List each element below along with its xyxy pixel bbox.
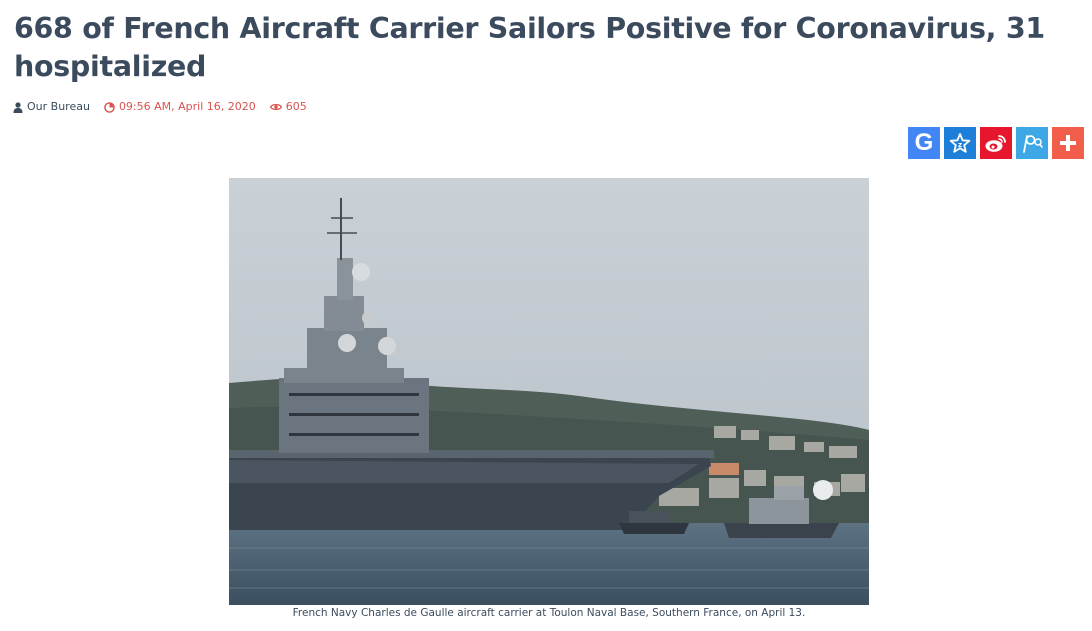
author-meta[interactable]: Our Bureau — [13, 100, 90, 114]
aircraft-carrier-photo — [229, 178, 869, 605]
datetime-meta: 09:56 AM, April 16, 2020 — [104, 100, 256, 114]
more-share-button[interactable] — [1052, 127, 1084, 159]
article-image — [229, 178, 869, 605]
weibo-share-button[interactable] — [980, 127, 1012, 159]
share-bar: G z — [908, 127, 1084, 159]
view-count: 605 — [285, 100, 307, 113]
pocket-share-button[interactable] — [1016, 127, 1048, 159]
eye-icon — [269, 104, 282, 110]
article-title: 668 of French Aircraft Carrier Sailors P… — [14, 12, 1045, 83]
pocket-icon — [1023, 135, 1043, 153]
plus-icon — [1060, 135, 1076, 151]
favorite-share-button[interactable]: z — [944, 127, 976, 159]
user-icon — [13, 101, 23, 113]
svg-text:z: z — [958, 141, 962, 149]
google-share-button[interactable]: G — [908, 127, 940, 159]
weibo-icon — [985, 135, 1006, 152]
image-caption: French Navy Charles de Gaulle aircraft c… — [292, 607, 806, 619]
google-icon: G — [914, 129, 934, 156]
clock-icon — [104, 101, 115, 113]
publish-datetime: 09:56 AM, April 16, 2020 — [118, 100, 256, 113]
article-meta: Our Bureau 09:56 AM, April 16, 2020 605 — [13, 100, 321, 114]
author-name: Our Bureau — [27, 100, 90, 113]
star-icon: z — [949, 133, 971, 153]
views-meta: 605 — [269, 100, 307, 114]
